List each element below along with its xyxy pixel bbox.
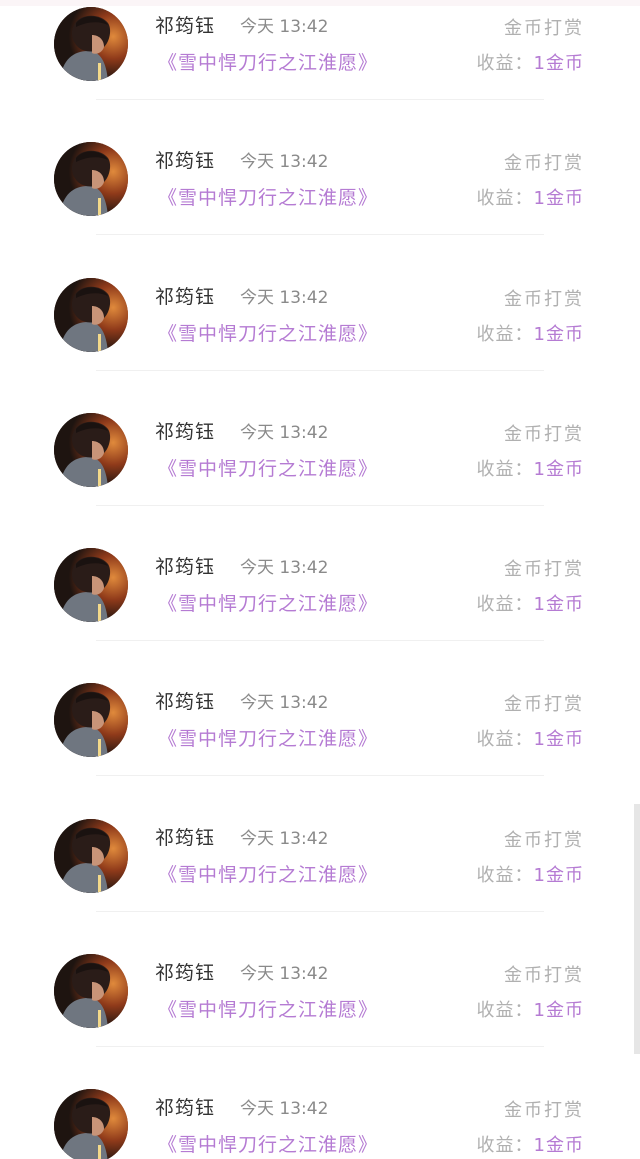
reward-record-row[interactable]: 祁筠钰 今天 13:42 《雪中悍刀行之江淮愿》 金币打赏 收益：1金币 [0,124,640,259]
reward-type-label: 金币打赏 [504,153,584,175]
income-amount: 1金币 [533,1135,584,1157]
row-divider [96,99,544,100]
timestamp: 今天 13:42 [240,422,329,443]
income-text: 收益：1金币 [477,49,584,75]
income-amount: 1金币 [533,53,584,74]
row-divider [96,234,544,236]
reward-type-label: 金币打赏 [504,18,584,39]
income-text: 收益：1金币 [477,455,584,481]
row-divider [96,775,544,777]
user-name: 祁筠钰 [155,691,216,714]
timestamp: 今天 13:42 [240,287,329,308]
avatar-icon[interactable] [54,412,128,487]
income-amount: 1金币 [533,1000,584,1022]
user-name: 祁筠钰 [155,1097,216,1120]
book-title-link[interactable]: 《雪中悍刀行之江淮愿》 [158,183,378,210]
reward-type-label: 金币打赏 [504,288,584,310]
timestamp: 今天 13:42 [240,152,329,173]
income-label: 收益： [476,458,534,480]
income-label: 收益： [476,864,534,886]
reward-type-label: 金币打赏 [504,829,584,851]
scrollbar[interactable] [634,804,640,1054]
income-amount: 1金币 [533,594,584,616]
income-label: 收益： [476,323,534,345]
reward-record-row[interactable]: 祁筠钰 今天 13:42 《雪中悍刀行之江淮愿》 金币打赏 收益：1金币 [0,395,640,530]
row-divider [96,504,544,506]
reward-type-label: 金币打赏 [504,965,584,987]
user-name: 祁筠钰 [155,826,216,849]
row-divider [96,369,544,371]
user-name: 祁筠钰 [155,556,216,579]
timestamp: 今天 13:42 [240,693,329,714]
reward-record-list: 祁筠钰 今天 13:42 《雪中悍刀行之江淮愿》 金币打赏 收益：1金币 祁筠钰… [0,0,640,1159]
timestamp: 今天 13:42 [240,17,329,37]
income-text: 收益：1金币 [477,590,584,616]
user-name: 祁筠钰 [155,420,216,443]
book-title-link[interactable]: 《雪中悍刀行之江淮愿》 [158,454,378,481]
income-text: 收益：1金币 [477,861,584,887]
user-name: 祁筠钰 [155,962,216,985]
avatar-icon[interactable] [54,683,128,758]
income-text: 收益：1金币 [477,184,584,210]
income-label: 收益： [476,1000,534,1022]
income-text: 收益：1金币 [477,1131,584,1157]
income-label: 收益： [476,729,534,751]
income-label: 收益： [476,53,534,74]
timestamp: 今天 13:42 [240,1099,329,1120]
row-divider [96,1046,544,1048]
income-amount: 1金币 [533,864,584,886]
reward-record-row[interactable]: 祁筠钰 今天 13:42 《雪中悍刀行之江淮愿》 金币打赏 收益：1金币 [0,665,640,800]
book-title-link[interactable]: 《雪中悍刀行之江淮愿》 [158,995,378,1022]
book-title-link[interactable]: 《雪中悍刀行之江淮愿》 [158,860,378,887]
user-name: 祁筠钰 [155,15,216,37]
reward-type-label: 金币打赏 [504,1100,584,1122]
reward-record-row[interactable]: 祁筠钰 今天 13:42 《雪中悍刀行之江淮愿》 金币打赏 收益：1金币 [0,801,640,936]
timestamp: 今天 13:42 [240,964,329,985]
reward-records-page: 祁筠钰 今天 13:42 《雪中悍刀行之江淮愿》 金币打赏 收益：1金币 祁筠钰… [0,0,640,1159]
reward-record-row[interactable]: 祁筠钰 今天 13:42 《雪中悍刀行之江淮愿》 金币打赏 收益：1金币 [0,936,640,1071]
income-text: 收益：1金币 [477,725,584,751]
avatar-icon[interactable] [54,818,128,893]
income-text: 收益：1金币 [477,996,584,1022]
row-divider [96,910,544,912]
avatar-icon[interactable] [54,142,128,217]
income-amount: 1金币 [533,323,584,345]
reward-record-row[interactable]: 祁筠钰 今天 13:42 《雪中悍刀行之江淮愿》 金币打赏 收益：1金币 [0,260,640,395]
row-divider [96,640,544,642]
reward-record-row[interactable]: 祁筠钰 今天 13:42 《雪中悍刀行之江淮愿》 金币打赏 收益：1金币 [0,0,640,124]
reward-record-row[interactable]: 祁筠钰 今天 13:42 《雪中悍刀行之江淮愿》 金币打赏 收益：1金币 [0,530,640,665]
income-label: 收益： [476,1135,534,1157]
reward-type-label: 金币打赏 [504,423,584,445]
reward-type-label: 金币打赏 [504,694,584,716]
reward-record-row[interactable]: 祁筠钰 今天 13:42 《雪中悍刀行之江淮愿》 金币打赏 收益：1金币 [0,1071,640,1159]
timestamp: 今天 13:42 [240,828,329,849]
income-amount: 1金币 [533,729,584,751]
timestamp: 今天 13:42 [240,558,329,579]
reward-type-label: 金币打赏 [504,559,584,581]
avatar-icon[interactable] [54,954,128,1029]
income-amount: 1金币 [533,188,584,210]
book-title-link[interactable]: 《雪中悍刀行之江淮愿》 [158,724,378,751]
income-text: 收益：1金币 [477,320,584,346]
avatar-icon[interactable] [54,548,128,623]
avatar-icon[interactable] [54,277,128,352]
income-label: 收益： [476,188,534,210]
book-title-link[interactable]: 《雪中悍刀行之江淮愿》 [158,48,378,75]
user-name: 祁筠钰 [155,285,216,308]
book-title-link[interactable]: 《雪中悍刀行之江淮愿》 [158,1130,378,1157]
income-amount: 1金币 [533,458,584,480]
income-label: 收益： [476,594,534,616]
book-title-link[interactable]: 《雪中悍刀行之江淮愿》 [158,589,378,616]
book-title-link[interactable]: 《雪中悍刀行之江淮愿》 [158,319,378,346]
avatar-icon[interactable] [54,1089,128,1159]
avatar-icon[interactable] [54,7,128,81]
user-name: 祁筠钰 [155,150,216,173]
